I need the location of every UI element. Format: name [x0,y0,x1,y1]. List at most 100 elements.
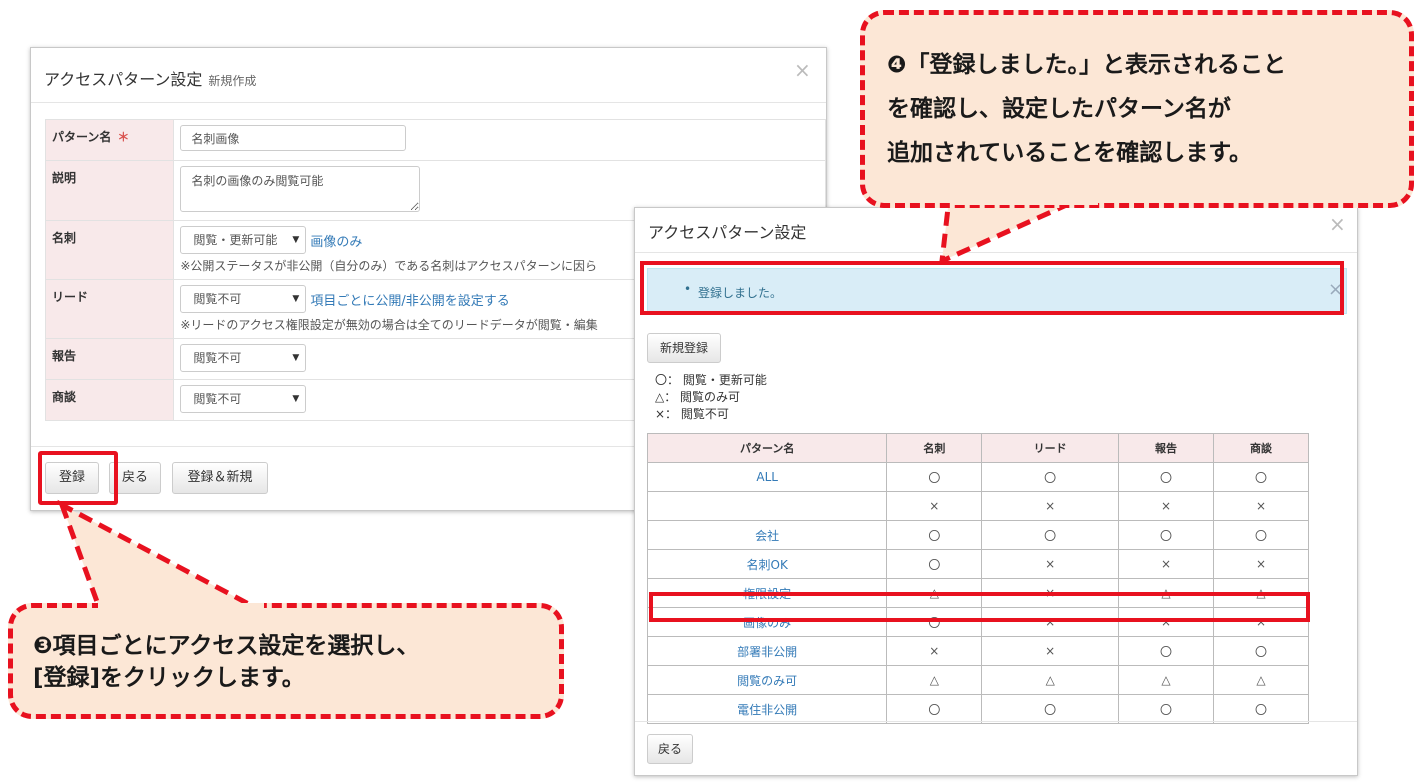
permission-cell: 〇 [886,520,983,550]
close-icon[interactable]: × [1329,214,1346,234]
permission-cell: 〇 [1213,520,1309,550]
select-value: 閲覧不可 [193,292,242,306]
field-label: パターン名 [52,130,112,144]
select-value: 閲覧・更新可能 [193,233,278,247]
pattern-table: パターン名 名刺 リード 報告 商談 ALL 〇〇〇〇 × × × × 会社〇〇〇〇名刺OK… [646,433,1309,724]
permission-cell: × [1213,549,1309,579]
dialog-title-text: アクセスパターン設定 [44,70,203,89]
callout-step3-joint [98,603,264,609]
table-row: × × × × [646,491,1309,521]
field-label: 説明 [44,160,175,221]
callout-step4: ❹「登録しました。」と表示されること を確認し、設定したパターン名が 追加されて… [860,10,1414,208]
caret-down-icon: ▼ [292,235,300,245]
pattern-name-link[interactable] [646,491,888,521]
column-header: リード [981,433,1120,463]
callout-step4-joint [953,199,1098,205]
caret-down-icon: ▼ [292,353,300,363]
callout-step4-line2: を確認し、設定したパターン名が [887,96,1231,122]
dialog-title: アクセスパターン設定 [648,223,807,242]
permission-cell: 〇 [1213,694,1309,724]
permission-cell: 〇 [981,462,1120,492]
column-header: パターン名 [646,433,888,463]
pattern-name-link[interactable]: ALL [646,462,888,492]
meishi-image-only-link[interactable]: 画像のみ [310,235,362,250]
permission-cell: 〇 [981,520,1120,550]
permission-cell: × [886,491,983,521]
register-and-new-button[interactable]: 登録＆新規 [172,462,268,494]
permission-cell: × [1118,491,1214,521]
close-icon[interactable]: × [794,60,811,80]
permission-cell: 〇 [886,462,983,492]
dialog-subtitle: 新規作成 [208,74,257,88]
permission-cell: 〇 [1118,520,1214,550]
table-row: 会社〇〇〇〇 [646,520,1309,550]
permission-cell: × [981,549,1120,579]
field-label: リード [44,279,175,339]
meishi-note: ※公開ステータスが非公開（自分のみ）である名刺はアクセスパターンに因ら [180,259,598,273]
callout-step3: ❸項目ごとにアクセス設定を選択し、 [登録]をクリックします。 [8,603,564,719]
permission-cell: 〇 [1213,462,1309,492]
pattern-name-input[interactable] [180,125,407,151]
column-header: 商談 [1213,433,1309,463]
lead-select[interactable]: 閲覧不可 ▼ [180,285,307,313]
permission-cell: 〇 [1118,694,1214,724]
form-row-pattern-name: パターン名 ＊ [44,119,826,161]
lead-field-visibility-link[interactable]: 項目ごとに公開/非公開を設定する [310,294,509,309]
permission-cell: 〇 [1213,636,1309,666]
permission-cell: × [981,636,1120,666]
table-row: 閲覧のみ可 △ △ △ △ [646,665,1309,695]
description-textarea[interactable]: 名刺の画像のみ閲覧可能 [180,166,421,212]
new-row-highlight [649,592,1310,622]
permission-cell: △ [886,665,983,695]
lead-note: ※リードのアクセス権限設定が無効の場合は全てのリードデータが閲覧・編集 [180,318,598,332]
column-header: 報告 [1118,433,1214,463]
caret-down-icon: ▼ [292,394,300,404]
report-select[interactable]: 閲覧不可 ▼ [180,344,307,372]
permission-cell: × [1213,491,1309,521]
callout-step3-tail [57,499,262,613]
permission-cell: × [1118,549,1214,579]
permission-cell: × [981,491,1120,521]
deal-select[interactable]: 閲覧不可 ▼ [180,385,307,413]
permission-cell: 〇 [1118,462,1214,492]
select-value: 閲覧不可 [193,351,242,365]
permission-cell: 〇 [981,694,1120,724]
permission-cell: 〇 [886,549,983,579]
permission-cell: 〇 [886,694,983,724]
required-mark: ＊ [117,130,130,144]
header-divider [31,102,826,103]
permission-cell: 〇 [1118,636,1214,666]
pattern-name-link[interactable]: 電住非公開 [646,694,888,724]
callout-step3-line2: [登録]をクリックします。 [33,665,305,691]
callout-step4-line3: 追加されていることを確認します。 [887,140,1253,166]
table-row: 電住非公開〇〇〇〇 [646,694,1309,724]
new-register-button[interactable]: 新規登録 [647,333,721,363]
caret-down-icon: ▼ [292,294,300,304]
meishi-select[interactable]: 閲覧・更新可能 ▼ [180,226,307,254]
footer-divider [635,721,1357,722]
table-row: 名刺OK 〇 × × × [646,549,1309,579]
success-alert-highlight [640,261,1344,315]
legend-item: ×： 閲覧不可 [655,407,729,421]
pattern-name-link[interactable]: 名刺OK [646,549,888,579]
column-header: 名刺 [886,433,983,463]
permission-cell: × [886,636,983,666]
field-label: 商談 [44,379,175,421]
legend: 〇： 閲覧・更新可能 △： 閲覧のみ可 ×： 閲覧不可 [655,372,767,423]
legend-item: △： 閲覧のみ可 [655,390,741,404]
table-row: ALL 〇〇〇〇 [646,462,1309,492]
table-row: 部署非公開 × × 〇〇 [646,636,1309,666]
pattern-name-link[interactable]: 閲覧のみ可 [646,665,888,695]
pattern-name-link[interactable]: 会社 [646,520,888,550]
permission-cell: △ [1118,665,1214,695]
field-label: 名刺 [44,220,175,280]
table-header-row: パターン名 名刺 リード 報告 商談 [646,433,1309,463]
legend-item: 〇： 閲覧・更新可能 [655,373,767,387]
callout-step4-line1: ❹「登録しました。」と表示されること [887,52,1286,78]
select-value: 閲覧不可 [193,392,242,406]
back-button[interactable]: 戻る [647,734,693,764]
field-label: 報告 [44,338,175,380]
pattern-name-link[interactable]: 部署非公開 [646,636,888,666]
callout-step3-line1: ❸項目ごとにアクセス設定を選択し、 [33,633,420,659]
dialog-title: アクセスパターン設定 新規作成 [44,66,256,90]
